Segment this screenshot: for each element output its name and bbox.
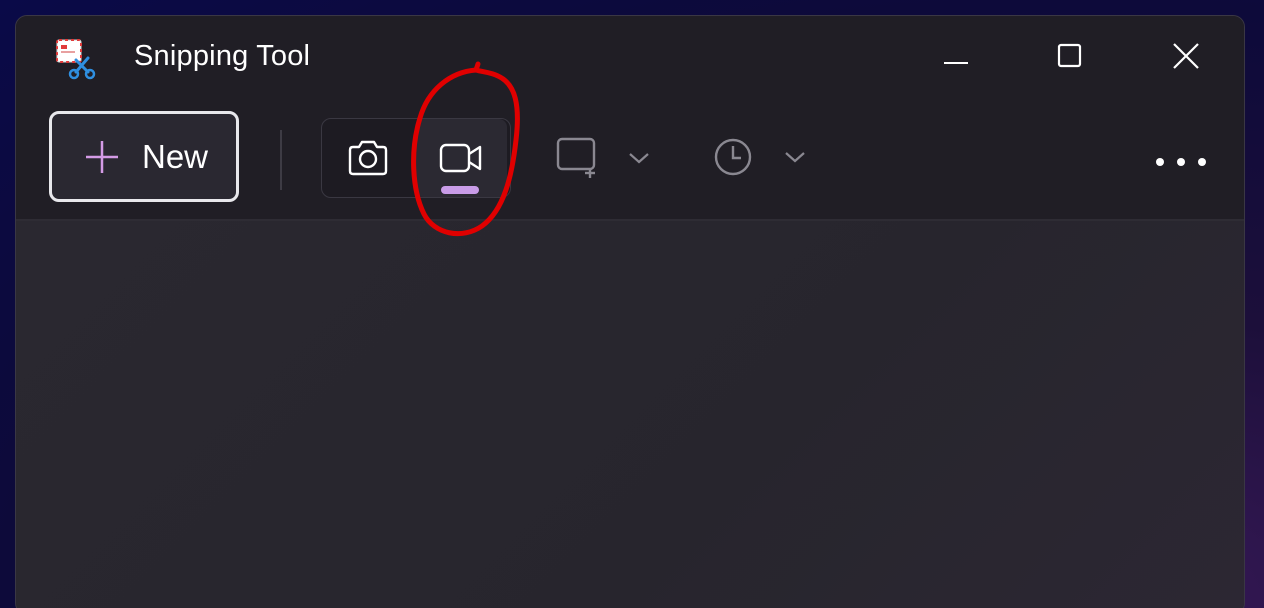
close-button[interactable] (1164, 34, 1208, 78)
video-camera-icon (439, 143, 482, 173)
capture-mode-toggle (321, 118, 511, 198)
title-bar: Snipping Tool (16, 16, 1244, 102)
rectangle-snip-icon (556, 137, 596, 178)
more-icon-dot (1177, 158, 1185, 166)
maximize-button[interactable] (1048, 34, 1092, 78)
chevron-down-icon (785, 152, 805, 163)
minimize-icon (944, 62, 968, 64)
new-snip-button[interactable]: New (49, 111, 239, 202)
new-label: New (142, 137, 209, 175)
delay-dropdown[interactable] (712, 136, 806, 178)
canvas-area (16, 221, 1244, 608)
more-icon-dot (1198, 158, 1206, 166)
toolbar-divider (280, 130, 282, 190)
chevron-down-icon (629, 153, 649, 164)
snipping-tool-window: Snipping Tool New (15, 15, 1245, 608)
snip-mode-button[interactable] (322, 119, 414, 197)
clock-icon (714, 138, 752, 176)
minimize-button[interactable] (934, 34, 978, 78)
close-icon (1173, 43, 1199, 69)
camera-icon (348, 140, 388, 176)
more-icon-dot (1156, 158, 1164, 166)
snipping-tool-app-icon (54, 36, 98, 80)
more-options-button[interactable] (1156, 152, 1206, 172)
selected-mode-indicator (441, 186, 479, 194)
app-title: Snipping Tool (134, 40, 311, 72)
plus-icon (86, 140, 118, 173)
snip-shape-dropdown[interactable] (556, 136, 650, 180)
toolbar: New (16, 102, 1244, 221)
maximize-icon (1057, 43, 1082, 68)
